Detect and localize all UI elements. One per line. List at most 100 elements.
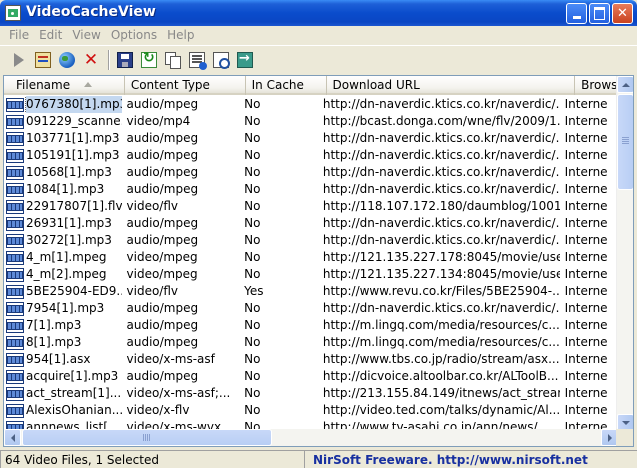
menu-options[interactable]: Options [106, 28, 162, 42]
table-row[interactable]: 22917807[1].flv video/flv No http://118.107… [4, 198, 618, 215]
cell-filename: act_stream[1].... [4, 385, 122, 402]
cell-content-type: audio/mpeg [126, 301, 199, 315]
table-row[interactable]: 103771[1].mp3 audio/mpeg No http://dn-naver… [4, 130, 618, 147]
exit-button[interactable] [234, 49, 256, 71]
video-file-icon [6, 352, 24, 367]
cell-in-cache: No [244, 386, 261, 400]
cell-browser: Interne [564, 199, 608, 213]
cell-download-url: http://dn-naverdic.ktics.co.kr/naverdic/… [322, 148, 560, 162]
cell-content-type: audio/mpeg [126, 233, 199, 247]
table-row[interactable]: 7[1].mp3 audio/mpeg No http://m.lingq.com/m… [4, 317, 618, 334]
table-row[interactable]: AlexisOhanian.... video/x-flv No http://vid… [4, 402, 618, 419]
cell-download-url: http://dn-naverdic.ktics.co.kr/naverdic/… [322, 165, 560, 179]
table-row[interactable]: 5BE25904-ED9... video/flv Yes http://www.re… [4, 283, 618, 300]
video-file-icon [6, 165, 24, 180]
cell-filename: 091229_scanne... [4, 113, 122, 130]
horizontal-scroll-thumb[interactable] [22, 429, 272, 446]
cell-content-type: audio/mpeg [126, 335, 199, 349]
cell-filename: 105191[1].mp3 [4, 147, 122, 164]
column-header-in-cache[interactable]: In Cache [246, 76, 327, 95]
cell-content-type: video/x-ms-asf;... [126, 386, 231, 400]
video-file-icon [6, 182, 24, 197]
menu-edit[interactable]: Edit [34, 28, 67, 42]
cell-in-cache: No [244, 369, 261, 383]
maximize-button[interactable] [589, 3, 610, 24]
column-header-filename[interactable]: Filename [4, 76, 125, 95]
cell-in-cache: No [244, 233, 261, 247]
table-row[interactable]: 8[1].mp3 audio/mpeg No http://m.lingq.com/m… [4, 334, 618, 351]
cell-browser: Interne [564, 250, 608, 264]
menu-bar: File Edit View Options Help [0, 26, 637, 44]
vertical-scroll-thumb[interactable] [617, 94, 633, 190]
html-report-button[interactable] [186, 49, 208, 71]
table-row[interactable]: 4_m[1].mpeg video/mpeg No http://121.135.22… [4, 249, 618, 266]
menu-view[interactable]: View [67, 28, 105, 42]
menu-file[interactable]: File [4, 28, 34, 42]
close-button[interactable] [612, 3, 633, 24]
delete-button[interactable]: ✕ [80, 49, 102, 71]
nirsoft-link[interactable]: NirSoft Freeware. http://www.nirsoft.net [304, 450, 637, 468]
cell-content-type: video/mpeg [126, 250, 198, 264]
refresh-button[interactable] [138, 49, 160, 71]
cell-browser: Interne [564, 233, 608, 247]
cell-browser: Interne [564, 369, 608, 383]
cell-filename: 26931[1].mp3 [4, 215, 122, 232]
menu-help[interactable]: Help [162, 28, 199, 42]
cell-content-type: video/mp4 [126, 114, 191, 128]
properties-button[interactable] [32, 49, 54, 71]
play-button[interactable] [8, 49, 30, 71]
cell-in-cache: No [244, 335, 261, 349]
table-row[interactable]: 26931[1].mp3 audio/mpeg No http://dn-naverd… [4, 215, 618, 232]
toolbar: ✕ [0, 45, 637, 73]
table-row[interactable]: 091229_scanne... video/mp4 No http://bcast.… [4, 113, 618, 130]
cell-content-type: audio/mpeg [126, 97, 199, 111]
cell-download-url: http://video.ted.com/talks/dynamic/Al... [322, 403, 560, 417]
scroll-up-button[interactable] [617, 76, 633, 93]
table-row[interactable]: 30272[1].mp3 audio/mpeg No http://dn-naverd… [4, 232, 618, 249]
table-row[interactable]: 7954[1].mp3 audio/mpeg No http://dn-naverdi… [4, 300, 618, 317]
video-list[interactable]: Filename Content Type In Cache Download … [3, 75, 634, 447]
find-button[interactable] [210, 49, 232, 71]
minimize-button[interactable] [566, 3, 587, 24]
scroll-left-button[interactable] [4, 429, 21, 446]
copy-button[interactable] [162, 49, 184, 71]
refresh-icon [141, 50, 157, 68]
table-row[interactable]: 0767380[1].mp3 audio/mpeg No http://dn-nave… [4, 96, 618, 113]
delete-icon: ✕ [83, 49, 99, 70]
video-file-icon [6, 233, 24, 248]
table-row[interactable]: acquire[1].mp3 audio/mpeg No http://dicvoic… [4, 368, 618, 385]
table-row[interactable]: 1084[1].mp3 audio/mpeg No http://dn-naverdi… [4, 181, 618, 198]
table-row[interactable]: 4_m[2].mpeg video/mpeg No http://121.135.22… [4, 266, 618, 283]
horizontal-scrollbar[interactable] [4, 429, 618, 446]
column-header-download-url[interactable]: Download URL [327, 76, 576, 95]
cell-in-cache: No [244, 97, 261, 111]
properties-icon [35, 51, 51, 68]
cell-in-cache: No [244, 318, 261, 332]
cell-download-url: http://dn-naverdic.ktics.co.kr/naverdic/… [322, 131, 560, 145]
save-button[interactable] [114, 49, 136, 71]
cell-browser: Interne [564, 216, 608, 230]
column-header-content-type[interactable]: Content Type [125, 76, 246, 95]
globe-icon [59, 51, 75, 68]
cell-in-cache: No [244, 165, 261, 179]
table-row[interactable]: act_stream[1].... video/x-ms-asf;... No htt… [4, 385, 618, 402]
table-row[interactable]: 105191[1].mp3 audio/mpeg No http://dn-naver… [4, 147, 618, 164]
cell-filename: 8[1].mp3 [4, 334, 122, 351]
open-url-button[interactable] [56, 49, 78, 71]
cell-browser: Interne [564, 165, 608, 179]
video-file-icon [6, 267, 24, 282]
cell-browser: Interne [564, 182, 608, 196]
cell-browser: Interne [564, 148, 608, 162]
video-file-icon [6, 114, 24, 129]
status-count: 64 Video Files, 1 Selected [0, 450, 304, 468]
cell-download-url: http://dicvoice.altoolbar.co.kr/ALToolB.… [322, 369, 559, 383]
table-row[interactable]: 10568[1].mp3 audio/mpeg No http://dn-naverd… [4, 164, 618, 181]
cell-filename: 7[1].mp3 [4, 317, 122, 334]
cell-in-cache: Yes [244, 284, 264, 298]
title-bar[interactable]: VideoCacheView [0, 0, 637, 26]
cell-browser: Interne [564, 386, 608, 400]
vertical-scrollbar[interactable] [616, 76, 633, 431]
cell-browser: Interne [564, 403, 608, 417]
table-row[interactable]: 954[1].asx video/x-ms-asf No http://www.tbs… [4, 351, 618, 368]
exit-icon [237, 51, 253, 68]
